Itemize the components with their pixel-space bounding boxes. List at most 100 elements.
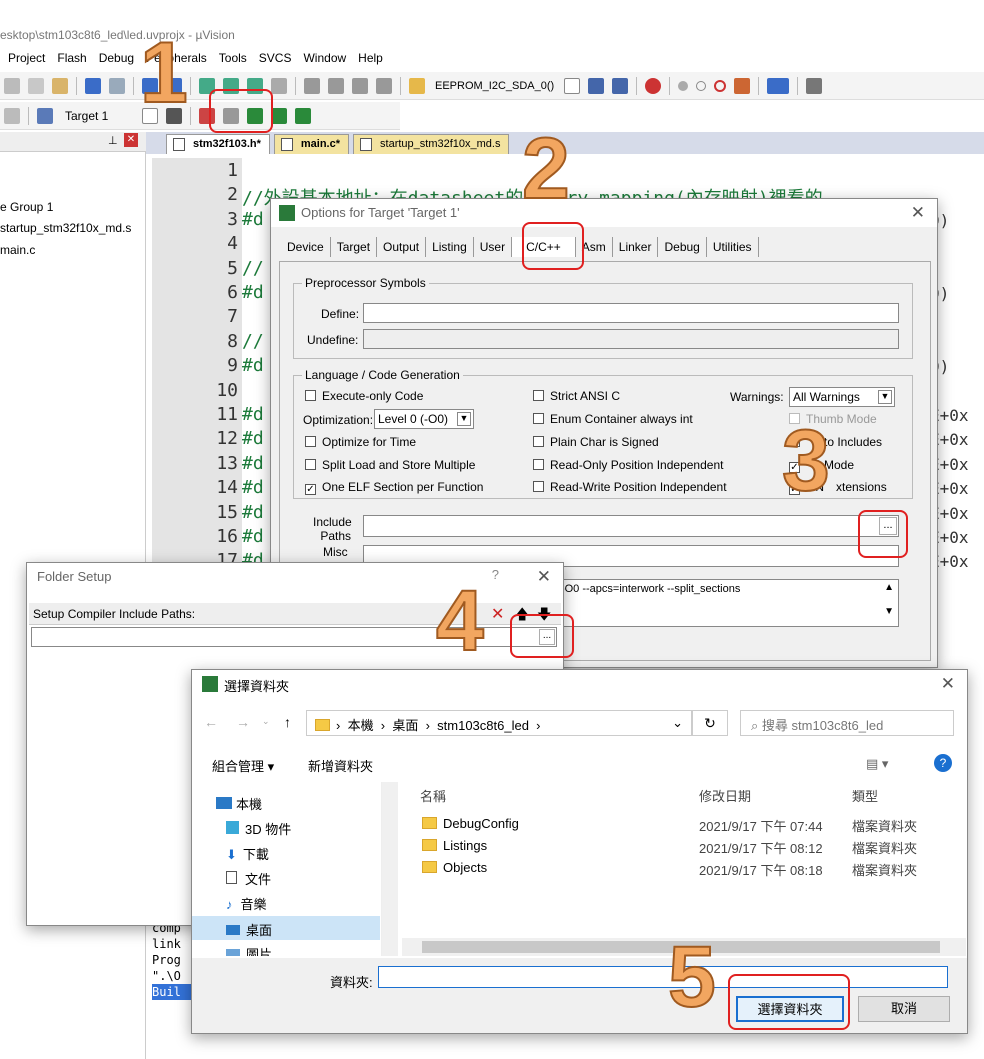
rw-position-checkbox[interactable]: Read-Write Position Independent [533,480,727,494]
find-in-files-icon[interactable] [409,77,425,94]
close-icon[interactable]: ✕ [537,567,551,587]
menu-svcs[interactable]: SVCS [253,48,298,70]
column-name[interactable]: 名稱 [420,786,446,805]
breakpoint-disable-icon[interactable] [696,80,707,91]
menu-window[interactable]: Window [297,48,352,70]
plain-char-checkbox[interactable]: Plain Char is Signed [533,435,659,449]
strict-ansi-checkbox[interactable]: Strict ANSI C [533,389,620,403]
view-options-icon[interactable]: ▤ ▾ [866,756,888,772]
find-icon[interactable] [588,77,605,94]
nav-item-desktop[interactable]: 桌面 [226,920,272,939]
menu-help[interactable]: Help [352,48,389,70]
breadcrumb-pc[interactable]: 本機 [348,718,374,733]
menu-debug[interactable]: Debug [93,48,140,70]
target-select[interactable]: Target 1 [65,109,108,123]
bookmark-clear-icon[interactable] [271,77,287,94]
nav-item-documents[interactable]: 文件 [226,869,271,888]
undefine-field[interactable] [363,329,899,349]
tab-startup[interactable]: startup_stm32f10x_md.s [353,134,510,154]
file-row[interactable]: DebugConfig [422,816,519,831]
close-icon[interactable]: ✕ [941,674,955,694]
redo-icon[interactable] [109,77,125,94]
nav-item-pictures[interactable]: 圖片 [226,944,272,956]
execute-only-checkbox[interactable]: Execute-only Code [305,389,423,403]
download-icon[interactable] [37,107,53,124]
uncomment-icon[interactable] [376,77,392,94]
close-icon[interactable]: ✕ [124,133,138,147]
nav-scrollbar[interactable] [382,782,398,956]
menu-project[interactable]: Project [2,48,51,70]
project-item-group[interactable]: e Group 1 [0,200,53,214]
scroll-up-icon[interactable]: ▲ [884,582,894,593]
optimization-select[interactable]: Level 0 (-O0) ▼ [374,409,474,429]
project-item-startup[interactable]: startup_stm32f10x_md.s [0,221,131,235]
define-field[interactable] [363,303,899,323]
file-row[interactable]: Listings [422,838,487,853]
translate-icon[interactable] [4,107,20,124]
optimize-time-checkbox[interactable]: Optimize for Time [305,435,416,449]
undo-icon[interactable] [85,77,101,94]
recent-icon[interactable]: ⌄ [262,716,270,727]
run-time-env-icon[interactable] [295,107,312,124]
nav-item-3d[interactable]: 3D 物件 [226,819,291,838]
menu-flash[interactable]: Flash [51,48,92,70]
forward-icon[interactable]: → [236,714,250,730]
tab-linker[interactable]: Linker [613,237,659,257]
insert-breakpoint-icon[interactable] [734,77,751,94]
cut-icon[interactable] [4,77,20,94]
search-input[interactable]: ⌕ 搜尋 stm103c8t6_led [740,710,954,736]
nav-item-pc[interactable]: 本機 [216,794,262,813]
nav-item-music[interactable]: ♪ 音樂 [226,894,267,913]
tab-utilities[interactable]: Utilities [707,237,759,257]
folder-name-input[interactable] [378,966,948,988]
scroll-down-icon[interactable]: ▼ [884,606,894,617]
breadcrumb-project[interactable]: stm103c8t6_led [437,718,529,733]
debug-session-icon[interactable] [645,77,662,94]
tab-target[interactable]: Target [331,237,378,257]
enum-int-checkbox[interactable]: Enum Container always int [533,412,693,426]
menu-tools[interactable]: Tools [213,48,253,70]
refresh-icon[interactable]: ↻ [692,710,728,736]
window-layout-icon[interactable] [767,77,790,94]
address-bar[interactable]: › 本機 › 桌面 › stm103c8t6_led › ⌄ [306,710,692,736]
combo-dropdown-icon[interactable] [564,77,581,94]
breakpoint-icon[interactable] [678,80,689,91]
tab-user[interactable]: User [474,237,513,257]
paste-icon[interactable] [52,77,68,94]
split-load-store-checkbox[interactable]: Split Load and Store Multiple [305,458,475,472]
warnings-select[interactable]: All Warnings ▼ [789,387,895,407]
nav-item-downloads[interactable]: ⬇ 下載 [226,844,269,863]
outdent-icon[interactable] [328,77,344,94]
organize-menu[interactable]: 組合管理 ▾ [212,756,274,775]
incremental-find-icon[interactable] [612,77,629,94]
tab-output[interactable]: Output [377,237,427,257]
breadcrumb-desktop[interactable]: 桌面 [392,718,418,733]
configure-icon[interactable] [806,77,823,94]
tab-listing[interactable]: Listing [426,237,474,257]
tab-debug[interactable]: Debug [658,237,707,257]
project-item-main[interactable]: main.c [0,243,35,257]
cancel-button[interactable]: 取消 [858,996,950,1022]
tab-device[interactable]: Device [281,237,331,257]
include-paths-field[interactable] [363,515,899,537]
rte-icon[interactable] [271,107,288,124]
up-icon[interactable]: ↑ [284,714,291,730]
ro-position-checkbox[interactable]: Read-Only Position Independent [533,458,723,472]
copy-icon[interactable] [28,77,44,94]
help-icon[interactable]: ? [492,567,499,582]
find-combo[interactable]: EEPROM_I2C_SDA_0() [435,80,554,92]
tab-stm32f103[interactable]: stm32f103.h* [166,134,270,154]
help-icon[interactable]: ? [934,754,952,772]
column-type[interactable]: 類型 [852,786,878,805]
new-folder-button[interactable]: 新增資料夾 [308,756,373,775]
comment-icon[interactable] [352,77,368,94]
close-icon[interactable]: ✕ [911,203,925,223]
chevron-down-icon[interactable]: ⌄ [672,715,683,731]
tab-main[interactable]: main.c* [273,134,350,154]
delete-icon[interactable]: ✕ [491,604,504,624]
file-row[interactable]: Objects [422,860,487,875]
pin-icon[interactable]: ⊥ [108,134,118,147]
indent-icon[interactable] [304,77,320,94]
one-elf-checkbox[interactable]: ✓ One ELF Section per Function [305,480,483,495]
kill-breakpoints-icon[interactable] [714,79,727,92]
